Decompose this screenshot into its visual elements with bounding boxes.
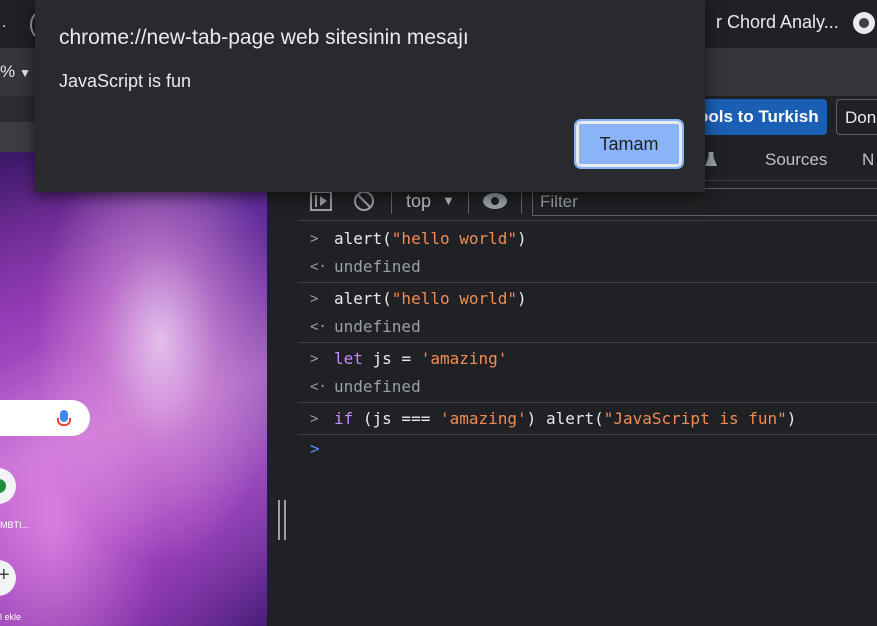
- microphone-icon[interactable]: [57, 410, 71, 426]
- devtools-divider: [267, 152, 298, 626]
- favicon-icon[interactable]: [853, 12, 875, 34]
- console-code: alert("hello world"): [334, 289, 527, 308]
- console-code: let js = 'amazing': [334, 349, 508, 368]
- console-output-line: <· undefined: [298, 312, 877, 343]
- tab-network[interactable]: N: [862, 150, 874, 170]
- resize-handle[interactable]: [278, 500, 286, 540]
- search-box[interactable]: [0, 400, 90, 436]
- console-prompt[interactable]: >: [298, 434, 877, 464]
- console-code: if (js === 'amazing') alert("JavaScript …: [334, 409, 797, 428]
- alert-dialog: chrome://new-tab-page web sitesinin mesa…: [35, 0, 705, 192]
- sidebar-toggle-icon[interactable]: [310, 191, 332, 211]
- plus-icon: +: [0, 564, 10, 586]
- switch-language-button[interactable]: ools to Turkish: [690, 99, 827, 135]
- dont-show-button[interactable]: Don: [836, 99, 877, 135]
- add-shortcut-label: l ekle: [0, 612, 22, 622]
- input-chevron-icon: >: [310, 351, 319, 367]
- console-result: undefined: [334, 317, 421, 336]
- tab-sources[interactable]: Sources: [765, 150, 827, 170]
- console-output: > alert("hello world") <· undefined > al…: [298, 222, 877, 626]
- tab-title[interactable]: r Chord Analy...: [716, 12, 839, 33]
- dialog-title: chrome://new-tab-page web sitesinin mesa…: [59, 26, 469, 49]
- console-input-line: > alert("hello world"): [298, 284, 877, 314]
- console-result: undefined: [334, 377, 421, 396]
- new-tab-background: [0, 152, 267, 626]
- output-chevron-icon: <·: [310, 259, 327, 275]
- toolbar-divider: [468, 190, 469, 214]
- console-code: alert("hello world"): [334, 229, 527, 248]
- console-input-line: > if (js === 'amazing') alert("JavaScrip…: [298, 404, 877, 435]
- context-select[interactable]: top: [406, 191, 431, 212]
- dialog-message: JavaScript is fun: [59, 71, 192, 91]
- console-output-line: <· undefined: [298, 252, 877, 283]
- toolbar-divider: [521, 190, 522, 214]
- filter-input[interactable]: [532, 188, 877, 216]
- shortcut-label: MBTI...: [0, 520, 29, 530]
- console-output-line: <· undefined: [298, 372, 877, 403]
- input-chevron-icon: >: [310, 411, 319, 427]
- output-chevron-icon: <·: [310, 319, 327, 335]
- input-chevron-icon: >: [310, 231, 319, 247]
- eye-icon[interactable]: [483, 193, 507, 209]
- ok-button[interactable]: Tamam: [574, 119, 684, 169]
- console-input-line: > let js = 'amazing': [298, 344, 877, 374]
- zoom-control[interactable]: % ▼: [0, 62, 31, 82]
- clear-console-icon[interactable]: [354, 191, 374, 211]
- console-result: undefined: [334, 257, 421, 276]
- tab-fragment: .: [2, 14, 7, 31]
- toolbar-divider: [391, 190, 392, 214]
- output-chevron-icon: <·: [310, 379, 327, 395]
- caret-down-icon: ▼: [19, 66, 32, 80]
- prompt-chevron-icon: >: [310, 439, 320, 458]
- caret-down-icon[interactable]: ▼: [442, 193, 455, 208]
- input-chevron-icon: >: [310, 291, 319, 307]
- console-input-line: > alert("hello world"): [298, 224, 877, 254]
